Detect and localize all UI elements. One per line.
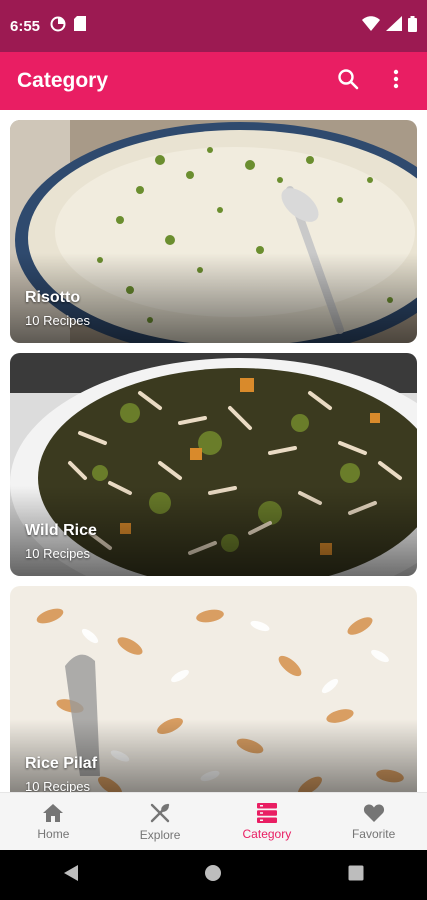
recipe-count: 10 Recipes (25, 313, 91, 328)
nav-label-home: Home (37, 826, 70, 841)
home-icon (42, 803, 64, 823)
system-navigation-bar (0, 850, 427, 900)
sim-card-icon (74, 16, 87, 36)
back-triangle-icon (63, 864, 79, 887)
status-time: 6:55 (10, 17, 41, 35)
signal-icon (386, 16, 402, 36)
nav-item-home[interactable]: Home (0, 793, 107, 850)
nav-item-favorite[interactable]: Favorite (320, 793, 427, 850)
wifi-icon (362, 16, 380, 36)
heart-icon (363, 803, 385, 823)
nav-item-explore[interactable]: Explore (107, 793, 214, 850)
more-vert-icon (393, 69, 399, 94)
nav-item-category[interactable]: Category (214, 793, 321, 850)
category-title: Wild Rice (25, 522, 97, 539)
bottom-navigation: Home Explore Category Favorite (0, 792, 427, 850)
app-bar: Category (0, 52, 427, 110)
recipe-count: 10 Recipes (25, 546, 91, 561)
battery-icon (408, 15, 417, 37)
home-system-button[interactable] (193, 855, 233, 895)
nav-label-favorite: Favorite (351, 826, 396, 841)
search-button[interactable] (334, 67, 362, 95)
category-list-icon (256, 802, 277, 823)
recipe-count: 10 Recipes (25, 779, 91, 792)
category-title: Rice Pilaf (25, 755, 98, 772)
category-card-wild-rice[interactable]: Wild Rice 10 Recipes (10, 353, 417, 576)
nav-label-category: Category (242, 826, 292, 841)
search-icon (337, 68, 359, 95)
category-card-risotto[interactable]: Risotto 10 Recipes (10, 120, 417, 343)
nav-label-explore: Explore (139, 827, 181, 842)
home-circle-icon (204, 864, 222, 887)
more-options-button[interactable] (382, 67, 410, 95)
status-bar: 6:55 (0, 0, 427, 52)
category-card-rice-pilaf[interactable]: Rice Pilaf 10 Recipes (10, 586, 417, 792)
recents-button[interactable] (336, 855, 376, 895)
recents-square-icon (348, 865, 364, 886)
fork-knife-icon (149, 802, 171, 824)
data-saver-icon (50, 16, 66, 37)
category-list[interactable]: Risotto 10 Recipes Wild Rice 10 Recipes … (0, 110, 427, 792)
category-title: Risotto (25, 289, 81, 306)
page-title: Category (17, 69, 109, 92)
back-button[interactable] (51, 855, 91, 895)
